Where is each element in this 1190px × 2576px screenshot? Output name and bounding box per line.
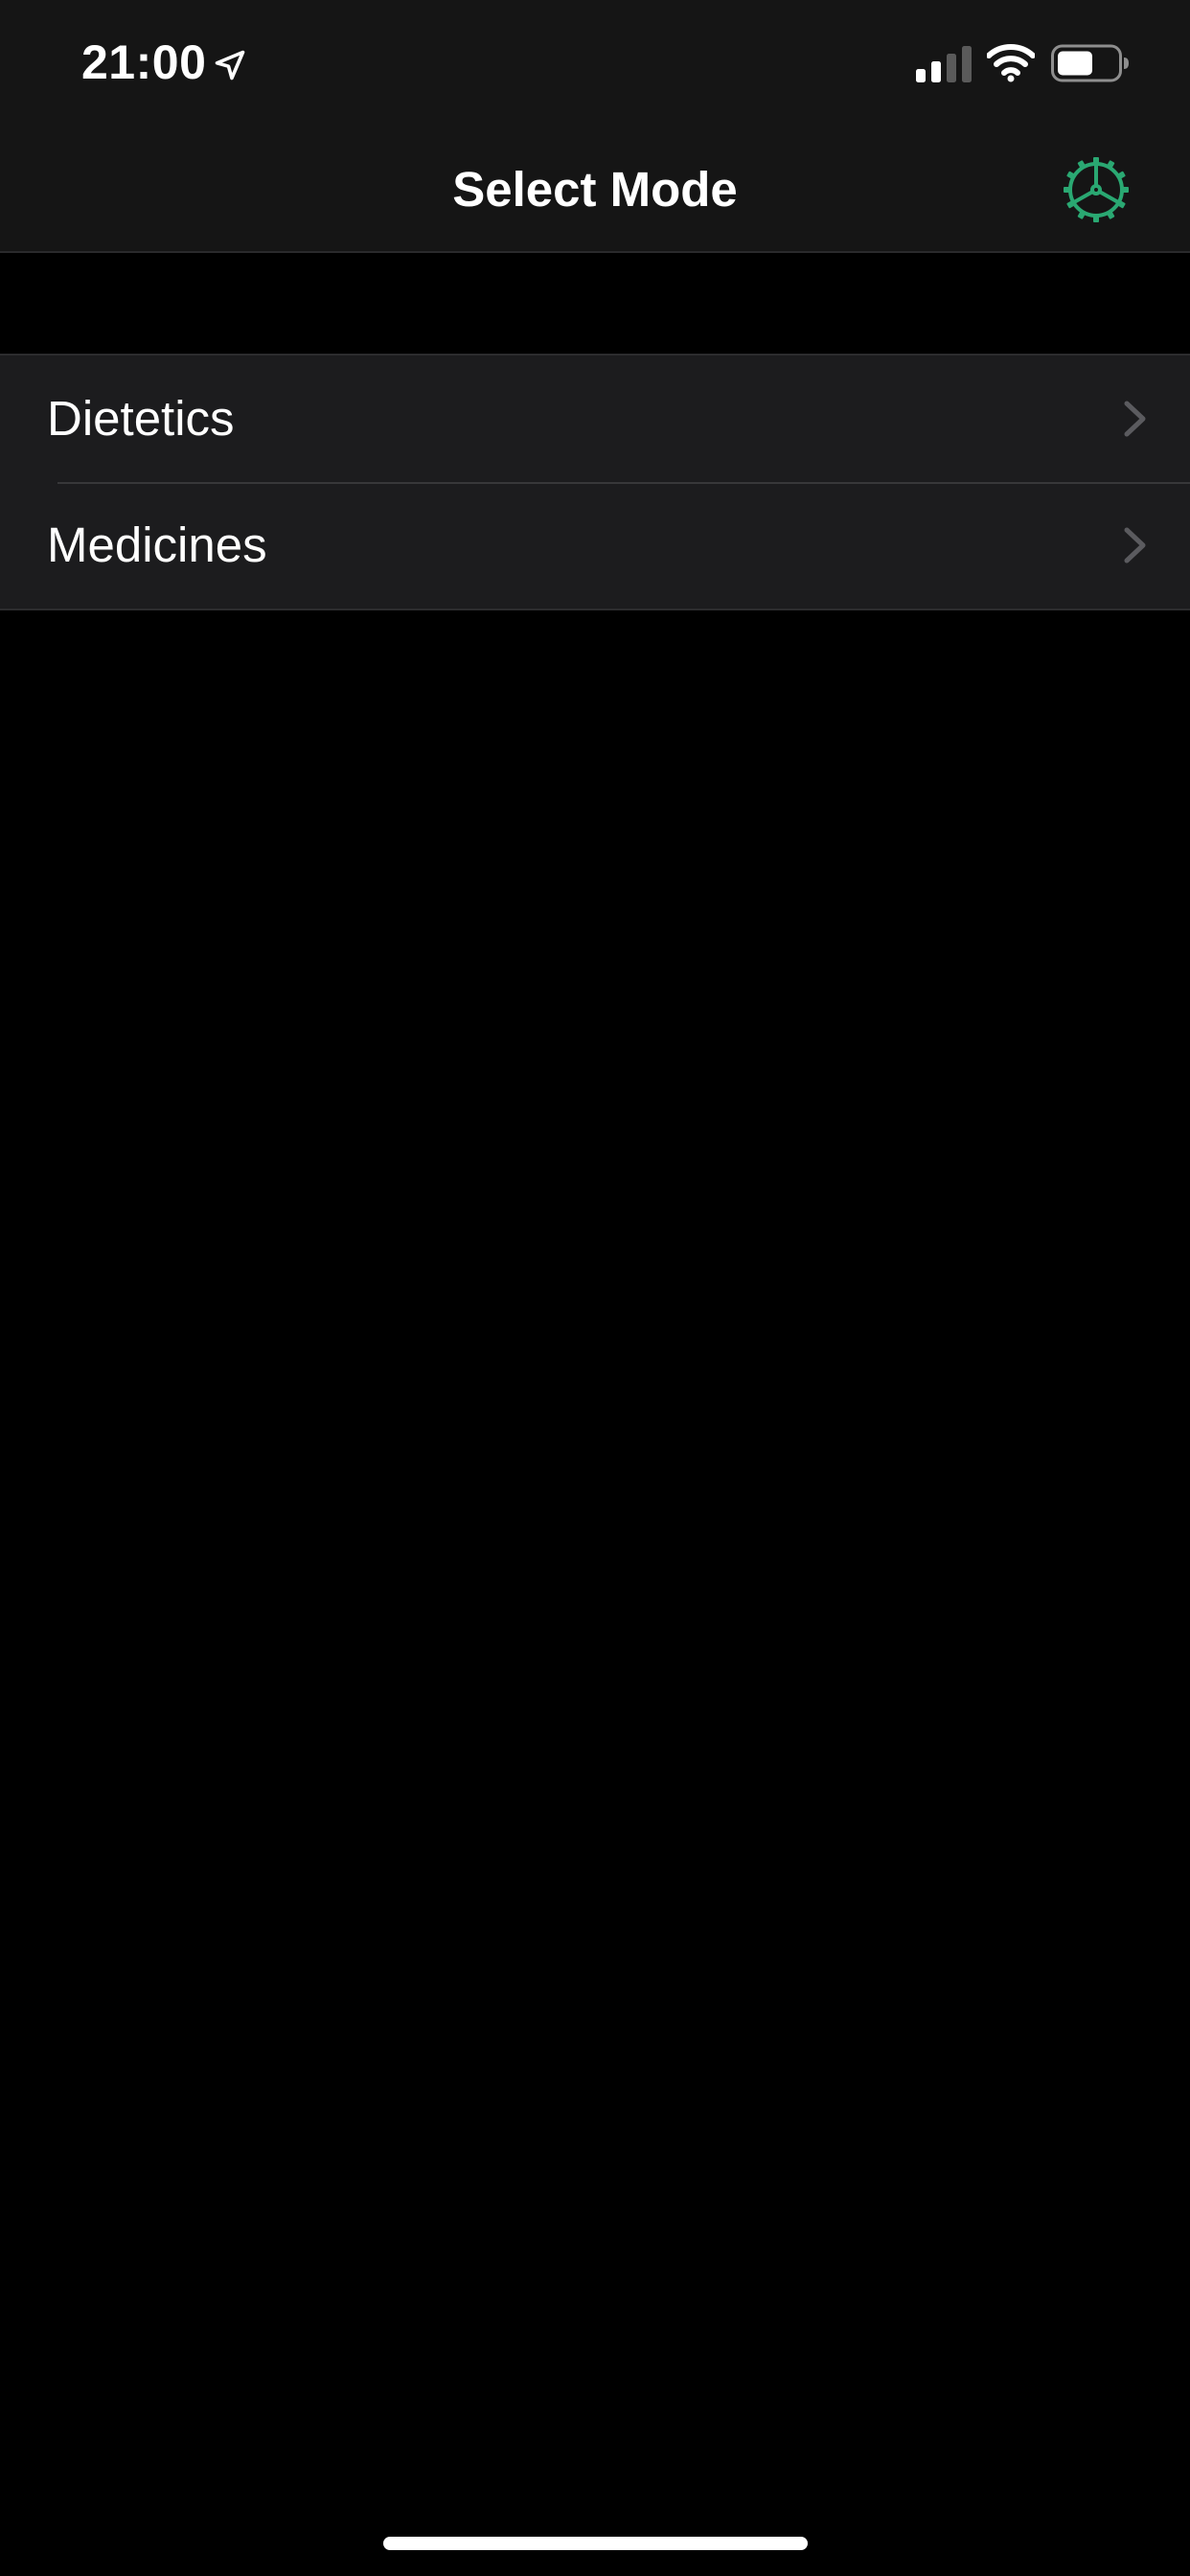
status-time: 21:00 — [81, 35, 207, 89]
home-indicator[interactable] — [383, 2537, 808, 2550]
mode-list: Dietetics Medicines — [0, 354, 1190, 610]
mode-item-label: Dietetics — [47, 391, 235, 446]
page-title: Select Mode — [452, 162, 738, 217]
mode-item-label: Medicines — [47, 518, 267, 572]
navigation-bar: Select Mode — [0, 126, 1190, 253]
wifi-icon — [987, 44, 1035, 82]
settings-button[interactable] — [1060, 153, 1133, 226]
cellular-signal-icon — [916, 46, 972, 82]
gear-icon — [1064, 157, 1129, 222]
status-bar: 21:00 — [0, 0, 1190, 126]
mode-item-medicines[interactable]: Medicines — [0, 482, 1190, 609]
chevron-right-icon — [1124, 401, 1146, 437]
battery-icon — [1051, 44, 1129, 82]
location-arrow-icon — [215, 50, 245, 80]
mode-item-dietetics[interactable]: Dietetics — [0, 356, 1190, 482]
chevron-right-icon — [1124, 527, 1146, 564]
